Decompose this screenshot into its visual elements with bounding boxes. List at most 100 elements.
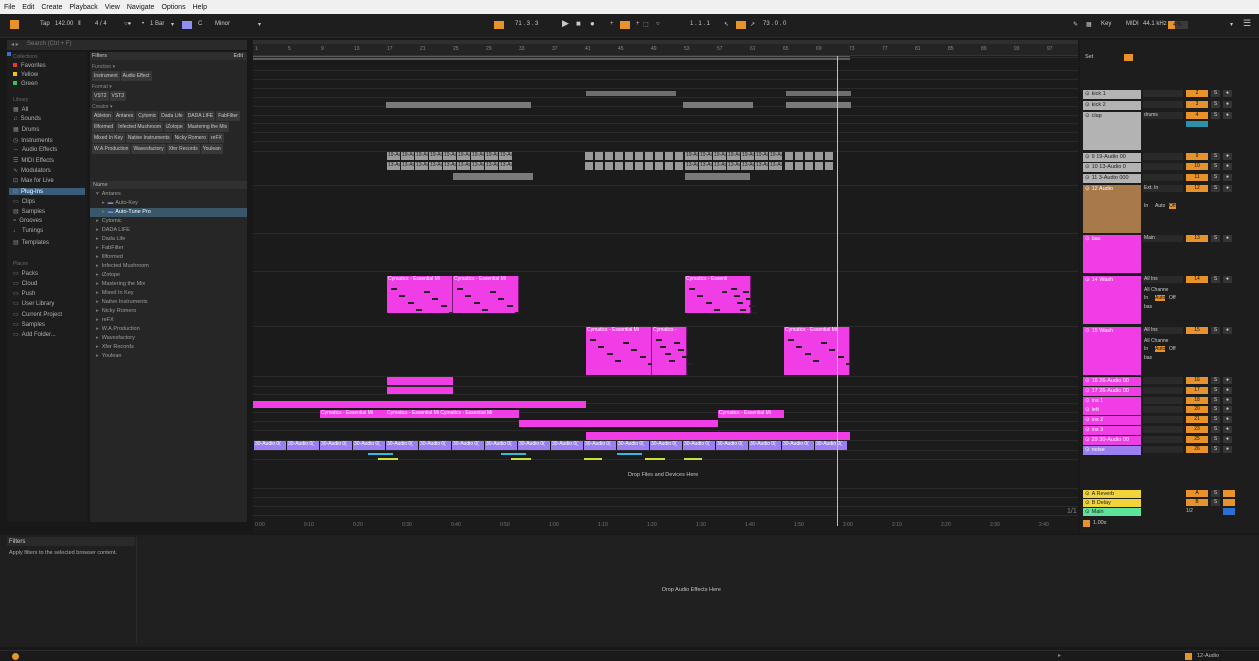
audio-clip-19[interactable]: 19-Au — [471, 152, 484, 160]
tree-item[interactable]: ▸ Youlean — [90, 352, 247, 361]
noise-clip[interactable] — [368, 453, 393, 455]
menu-icon[interactable]: ☰ — [1243, 18, 1251, 29]
track-fold-icon[interactable]: ⊙ — [1085, 328, 1090, 334]
track-lane[interactable] — [253, 124, 1078, 133]
expand-arrow-icon[interactable]: ▸ — [96, 299, 99, 305]
monitor-auto[interactable]: Auto — [1155, 295, 1166, 301]
track-header[interactable]: ⊙ 11 3-Audio 000 — [1083, 174, 1141, 183]
session-record-icon[interactable]: ○ — [656, 21, 660, 27]
library-item-instruments[interactable]: ◷ Instruments — [13, 137, 53, 144]
track-header[interactable]: ⊙ 14 Wash — [1083, 276, 1141, 324]
track-fold-icon[interactable]: ⊙ — [1085, 102, 1090, 108]
audio-clip-30[interactable]: 30-Audio 0( — [815, 441, 847, 450]
audio-clip-small[interactable] — [605, 162, 613, 170]
key-map-button[interactable]: Key — [1101, 21, 1111, 27]
tempo-field[interactable]: 142.00 — [55, 21, 73, 27]
audio-clip-small[interactable] — [595, 162, 603, 170]
midi-clip[interactable] — [519, 420, 718, 427]
main-track-header[interactable]: ⊙ Main — [1083, 508, 1141, 516]
monitor-off[interactable]: Off — [1169, 295, 1176, 301]
tree-item[interactable]: ▸ Mastering the Mix — [90, 280, 247, 289]
tree-item[interactable]: ▸ ▬ Auto-Key — [90, 199, 247, 208]
drum-clip[interactable] — [683, 102, 753, 108]
solo-button[interactable]: S — [1211, 235, 1220, 242]
menu-playback[interactable]: Playback — [69, 4, 97, 11]
track-lane[interactable] — [253, 133, 1078, 142]
audio-clip-19[interactable]: 19-Au — [485, 152, 498, 160]
arm-button[interactable]: ● — [1223, 90, 1232, 97]
midi-clip[interactable] — [387, 387, 453, 394]
arm-button[interactable]: ● — [1223, 185, 1232, 192]
track-fold-icon[interactable]: ⊙ — [1085, 500, 1090, 506]
overdub-icon[interactable]: + — [610, 21, 614, 27]
audio-clip-30[interactable]: 30-Audio 0( — [683, 441, 715, 450]
track-number[interactable]: 15 — [1186, 327, 1208, 334]
chevron-down-icon[interactable]: ▾ — [258, 21, 261, 28]
audio-clip-30[interactable]: 30-Audio 0( — [419, 441, 451, 450]
expand-arrow-icon[interactable]: ▸ — [96, 353, 99, 359]
track-number[interactable]: 21 — [1186, 416, 1208, 423]
audio-clip-small[interactable] — [815, 162, 823, 170]
filter-tag[interactable]: Xfer Records — [166, 144, 200, 154]
filter-tag[interactable]: Antares — [113, 111, 136, 121]
track-lane[interactable] — [253, 49, 1078, 58]
midi-clip[interactable]: Cymatics - Essential Mi — [387, 276, 453, 313]
audio-clip-13[interactable]: 13-Au — [741, 162, 754, 170]
audio-clip-30[interactable]: 30-Audio 0( — [386, 441, 418, 450]
place-push[interactable]: ▭ Push — [13, 290, 35, 297]
track-lane[interactable] — [253, 489, 1078, 498]
track-number[interactable]: 3 — [1186, 101, 1208, 108]
track-lane[interactable] — [253, 386, 1078, 395]
routing-select[interactable]: All Ins — [1144, 276, 1158, 282]
filter-tag[interactable]: iZotope — [164, 122, 185, 132]
expand-arrow-icon[interactable]: ▸ — [96, 326, 99, 332]
track-number[interactable]: 11 — [1186, 174, 1208, 181]
noise-clip[interactable] — [511, 458, 531, 460]
audio-clip-19[interactable]: 19-Au — [699, 152, 712, 160]
add-icon[interactable] — [7, 52, 11, 56]
main-output-select[interactable]: 1/2 — [1186, 508, 1193, 514]
main-cue-button[interactable] — [1223, 508, 1235, 515]
audio-clip-19[interactable]: 19-Au — [769, 152, 782, 160]
audio-clip-19[interactable]: 19-Au — [727, 152, 740, 160]
track-lane[interactable] — [253, 80, 1078, 89]
audio-clip-small[interactable] — [635, 162, 643, 170]
audio-clip-small[interactable] — [585, 162, 593, 170]
audio-clip-30[interactable]: 30-Audio 0( — [452, 441, 484, 450]
expand-arrow-icon[interactable]: ▸ — [96, 218, 99, 224]
audio-clip-19[interactable]: 19-Au — [387, 152, 400, 160]
return-letter[interactable]: B — [1186, 499, 1208, 506]
audio-clip-13[interactable]: 13-Au — [429, 162, 442, 170]
solo-button[interactable]: S — [1211, 387, 1220, 394]
audio-clip-small[interactable] — [605, 152, 613, 160]
routing-select[interactable]: Ext. In — [1144, 185, 1158, 191]
output-select[interactable]: bas — [1144, 355, 1152, 361]
expand-arrow-icon[interactable]: ▸ — [96, 344, 99, 350]
track-fold-icon[interactable]: ⊙ — [1085, 437, 1090, 443]
arm-button[interactable]: ● — [1223, 397, 1232, 404]
track-number[interactable]: 18 — [1186, 397, 1208, 404]
return-track-header[interactable]: ⊙ A Reverb — [1083, 490, 1141, 498]
midi-clip[interactable]: Cymatics - Essential Mi — [320, 410, 386, 418]
expand-arrow-icon[interactable]: ▸ — [96, 290, 99, 296]
scale-icon[interactable] — [182, 21, 192, 29]
arm-button[interactable]: ● — [1223, 387, 1232, 394]
tree-item[interactable]: ▸ Dada Life — [90, 235, 247, 244]
edit-button[interactable]: Edit — [234, 53, 243, 59]
filter-tag[interactable]: FabFilter — [216, 111, 240, 121]
solo-button[interactable]: S — [1211, 406, 1220, 413]
track-header[interactable]: ⊙ ins 1 — [1083, 397, 1141, 406]
expand-arrow-icon[interactable]: ▸ — [96, 272, 99, 278]
name-header[interactable]: Name — [93, 182, 108, 188]
track-lane[interactable] — [253, 142, 1078, 152]
arrangement-toggle[interactable] — [10, 20, 19, 29]
audio-clip-small[interactable] — [675, 162, 683, 170]
track-lane[interactable] — [253, 498, 1078, 507]
tree-item[interactable]: ▸ Mixed In Key — [90, 289, 247, 298]
midi-clip[interactable] — [586, 432, 850, 440]
tree-item[interactable]: ▸ ▬ Auto-Tune Pro — [90, 208, 247, 217]
audio-clip-small[interactable] — [805, 162, 813, 170]
expand-arrow-icon[interactable]: ▾ — [96, 191, 99, 197]
audio-clip-19[interactable]: 19-Au — [429, 152, 442, 160]
midi-clip[interactable]: Cymatics - Essential Mi — [586, 327, 652, 375]
